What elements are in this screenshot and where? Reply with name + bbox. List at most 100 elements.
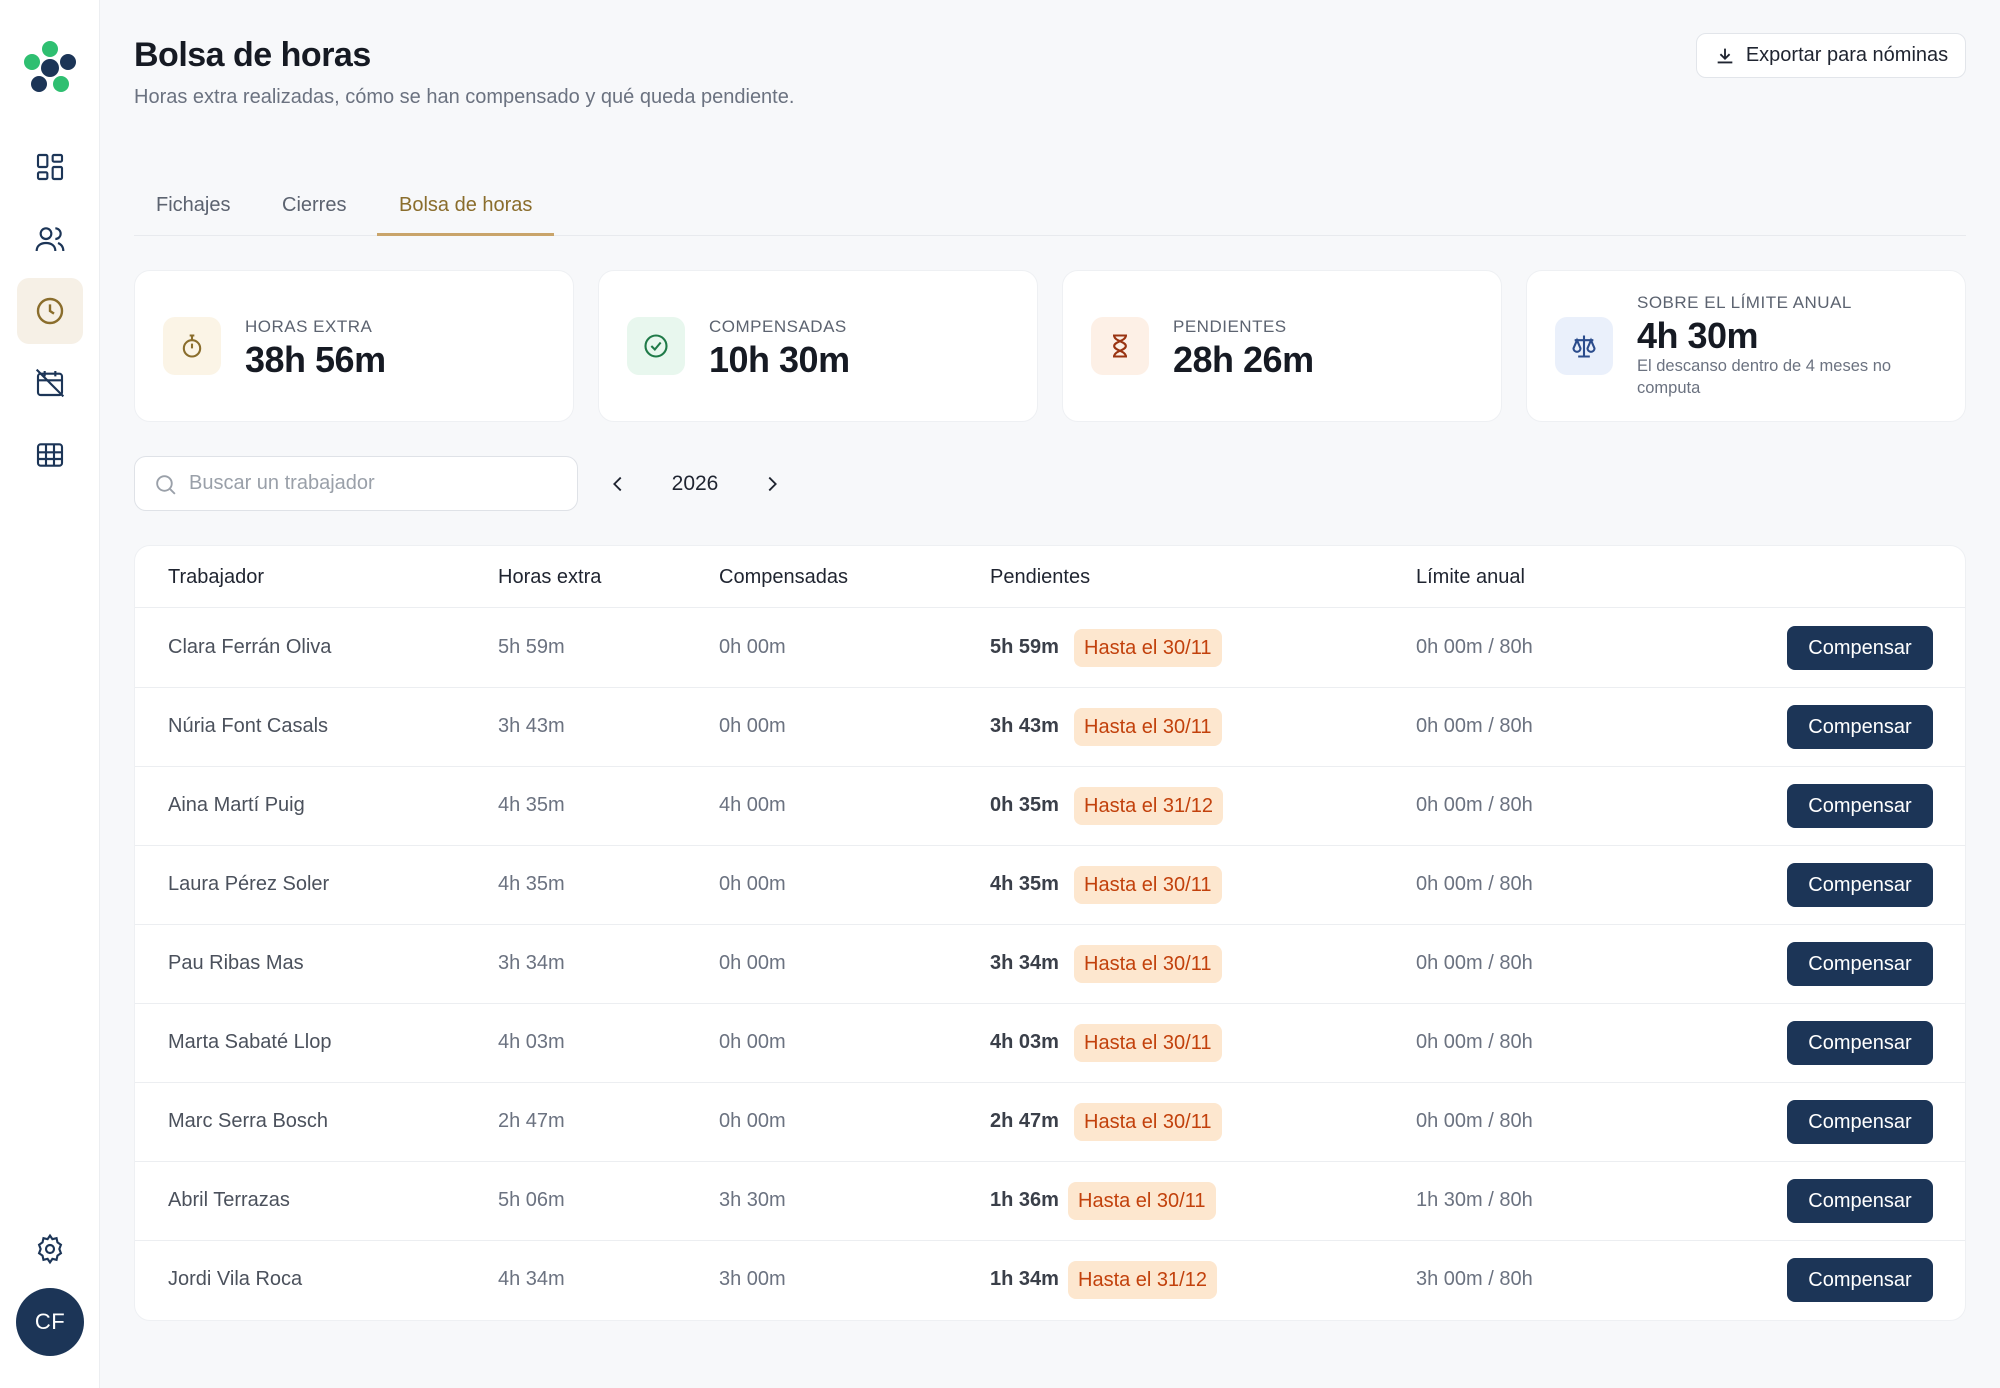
compensate-button[interactable]: Compensar <box>1787 942 1933 986</box>
table-row[interactable]: Pau Ribas Mas 3h 34m 0h 00m 3h 34m Hasta el … <box>135 925 1965 1004</box>
worker-name[interactable]: Marc Serra Bosch <box>168 1110 328 1133</box>
stat-card-compensated: COMPENSADAS 10h 30m <box>598 270 1038 422</box>
chevron-left-icon <box>613 476 622 492</box>
search-box <box>134 456 578 511</box>
table-row[interactable]: Laura Pérez Soler 4h 35m 0h 00m 4h 35m Hasta… <box>135 846 1965 925</box>
compensate-button[interactable]: Compensar <box>1787 1021 1933 1065</box>
column-header-worker[interactable]: Trabajador <box>168 566 264 589</box>
annual-limit-cell: 0h 00m / 80h <box>1416 794 1533 816</box>
users-icon <box>35 227 65 252</box>
export-payroll-button[interactable]: Exportar para nóminas <box>1696 33 1966 78</box>
stat-annual-limit-label: SOBRE EL LÍMITE ANUAL <box>1637 293 1852 312</box>
table-icon <box>36 443 64 467</box>
compensate-button[interactable]: Compensar <box>1787 1100 1933 1144</box>
column-header-pending[interactable]: Pendientes <box>990 566 1090 589</box>
search-input[interactable] <box>189 457 569 510</box>
worker-name[interactable]: Jordi Vila Roca <box>168 1268 302 1291</box>
tab-bar: Fichajes Cierres Bolsa de horas <box>134 182 1966 236</box>
clock-icon <box>36 297 64 325</box>
scale-icon <box>1555 317 1613 375</box>
sidebar-item-time[interactable] <box>17 278 83 344</box>
worker-name[interactable]: Abril Terrazas <box>168 1189 290 1212</box>
table-row[interactable]: Núria Font Casals 3h 43m 0h 00m 3h 43m Hasta… <box>135 688 1965 767</box>
gear-icon <box>37 1233 63 1265</box>
annual-limit-cell: 0h 00m / 80h <box>1416 873 1533 895</box>
worker-name[interactable]: Aina Martí Puig <box>168 794 305 817</box>
overtime-cell: 4h 34m <box>498 1268 565 1290</box>
year-next-button[interactable] <box>754 466 790 502</box>
stat-annual-limit-value: 4h 30m <box>1637 315 1759 356</box>
column-header-compensated[interactable]: Compensadas <box>719 566 848 589</box>
column-header-overtime[interactable]: Horas extra <box>498 566 601 589</box>
compensated-cell: 0h 00m <box>719 636 786 658</box>
stat-pending-label: PENDIENTES <box>1173 317 1287 336</box>
pending-cell: 5h 59m <box>990 636 1059 658</box>
annual-limit-cell: 0h 00m / 80h <box>1416 636 1533 658</box>
table-row[interactable]: Jordi Vila Roca 4h 34m 3h 00m 1h 34m Hasta e… <box>135 1241 1965 1320</box>
stat-overtime-label: HORAS EXTRA <box>245 317 373 336</box>
page-subtitle: Horas extra realizadas, cómo se han comp… <box>134 86 795 108</box>
deadline-badge: Hasta el 30/11 <box>1074 629 1222 667</box>
export-payroll-label: Exportar para nóminas <box>1745 44 1949 66</box>
column-header-annual-limit[interactable]: Límite anual <box>1416 566 1525 589</box>
worker-name[interactable]: Clara Ferrán Oliva <box>168 636 331 659</box>
worker-name[interactable]: Núria Font Casals <box>168 715 328 738</box>
settings-button[interactable] <box>17 1216 83 1282</box>
pending-cell: 3h 43m <box>990 715 1059 737</box>
overtime-table: Trabajador Horas extra Compensadas Pendi… <box>134 545 1966 1321</box>
worker-name[interactable]: Pau Ribas Mas <box>168 952 304 975</box>
compensate-button[interactable]: Compensar <box>1787 626 1933 670</box>
stat-annual-limit-note: El descanso dentro de 4 meses no computa <box>1637 357 1892 397</box>
compensated-cell: 0h 00m <box>719 873 786 895</box>
sidebar-item-absences[interactable] <box>17 350 83 416</box>
overtime-cell: 4h 35m <box>498 794 565 816</box>
overtime-cell: 4h 35m <box>498 873 565 895</box>
worker-name[interactable]: Laura Pérez Soler <box>168 873 329 896</box>
compensate-button[interactable]: Compensar <box>1787 1258 1933 1302</box>
compensate-button[interactable]: Compensar <box>1787 863 1933 907</box>
pending-cell: 4h 35m <box>990 873 1059 895</box>
pending-cell: 1h 36m <box>990 1189 1059 1211</box>
pending-cell: 2h 47m <box>990 1110 1059 1132</box>
deadline-badge: Hasta el 30/11 <box>1074 708 1222 746</box>
deadline-badge: Hasta el 30/11 <box>1074 866 1222 904</box>
overtime-cell: 3h 34m <box>498 952 565 974</box>
sidebar-item-reports[interactable] <box>17 422 83 488</box>
sidebar-item-dashboard[interactable] <box>17 134 83 200</box>
avatar[interactable]: CF <box>16 1288 84 1356</box>
compensated-cell: 3h 30m <box>719 1189 786 1211</box>
deadline-badge: Hasta el 30/11 <box>1068 1182 1216 1220</box>
sidebar-item-users[interactable] <box>17 206 83 272</box>
stat-compensated-value: 10h 30m <box>709 339 850 380</box>
compensate-button[interactable]: Compensar <box>1787 1179 1933 1223</box>
table-row[interactable]: Marta Sabaté Llop 4h 03m 0h 00m 4h 03m Hasta… <box>135 1004 1965 1083</box>
deadline-badge: Hasta el 30/11 <box>1074 1024 1222 1062</box>
worker-name[interactable]: Marta Sabaté Llop <box>168 1031 331 1054</box>
annual-limit-cell: 0h 00m / 80h <box>1416 952 1533 974</box>
table-row[interactable]: Aina Martí Puig 4h 35m 4h 00m 0h 35m Hasta e… <box>135 767 1965 846</box>
year-prev-button[interactable] <box>600 466 636 502</box>
annual-limit-cell: 0h 00m / 80h <box>1416 715 1533 737</box>
tab-cierres[interactable]: Cierres <box>260 182 368 236</box>
hourglass-icon <box>1091 317 1149 375</box>
overtime-cell: 3h 43m <box>498 715 565 737</box>
compensate-button[interactable]: Compensar <box>1787 705 1933 749</box>
search-icon <box>156 475 176 495</box>
compensated-cell: 0h 00m <box>719 952 786 974</box>
deadline-badge: Hasta el 30/11 <box>1074 945 1222 983</box>
tab-fichajes[interactable]: Fichajes <box>134 182 252 236</box>
stat-card-pending: PENDIENTES 28h 26m <box>1062 270 1502 422</box>
table-row[interactable]: Clara Ferrán Oliva 5h 59m 0h 00m 5h 59m Hast… <box>135 609 1965 688</box>
pending-cell: 0h 35m <box>990 794 1059 816</box>
stopwatch-icon <box>163 317 221 375</box>
overtime-cell: 5h 06m <box>498 1189 565 1211</box>
compensated-cell: 0h 00m <box>719 1110 786 1132</box>
table-row[interactable]: Abril Terrazas 5h 06m 3h 30m 1h 36m Hasta el… <box>135 1162 1965 1241</box>
flower-logo-icon[interactable] <box>22 40 78 96</box>
tab-bolsa-de-horas[interactable]: Bolsa de horas <box>377 182 555 236</box>
annual-limit-cell: 1h 30m / 80h <box>1416 1189 1533 1211</box>
chevron-right-icon <box>768 476 777 492</box>
compensated-cell: 3h 00m <box>719 1268 786 1290</box>
compensate-button[interactable]: Compensar <box>1787 784 1933 828</box>
table-row[interactable]: Marc Serra Bosch 2h 47m 0h 00m 2h 47m Hasta … <box>135 1083 1965 1162</box>
